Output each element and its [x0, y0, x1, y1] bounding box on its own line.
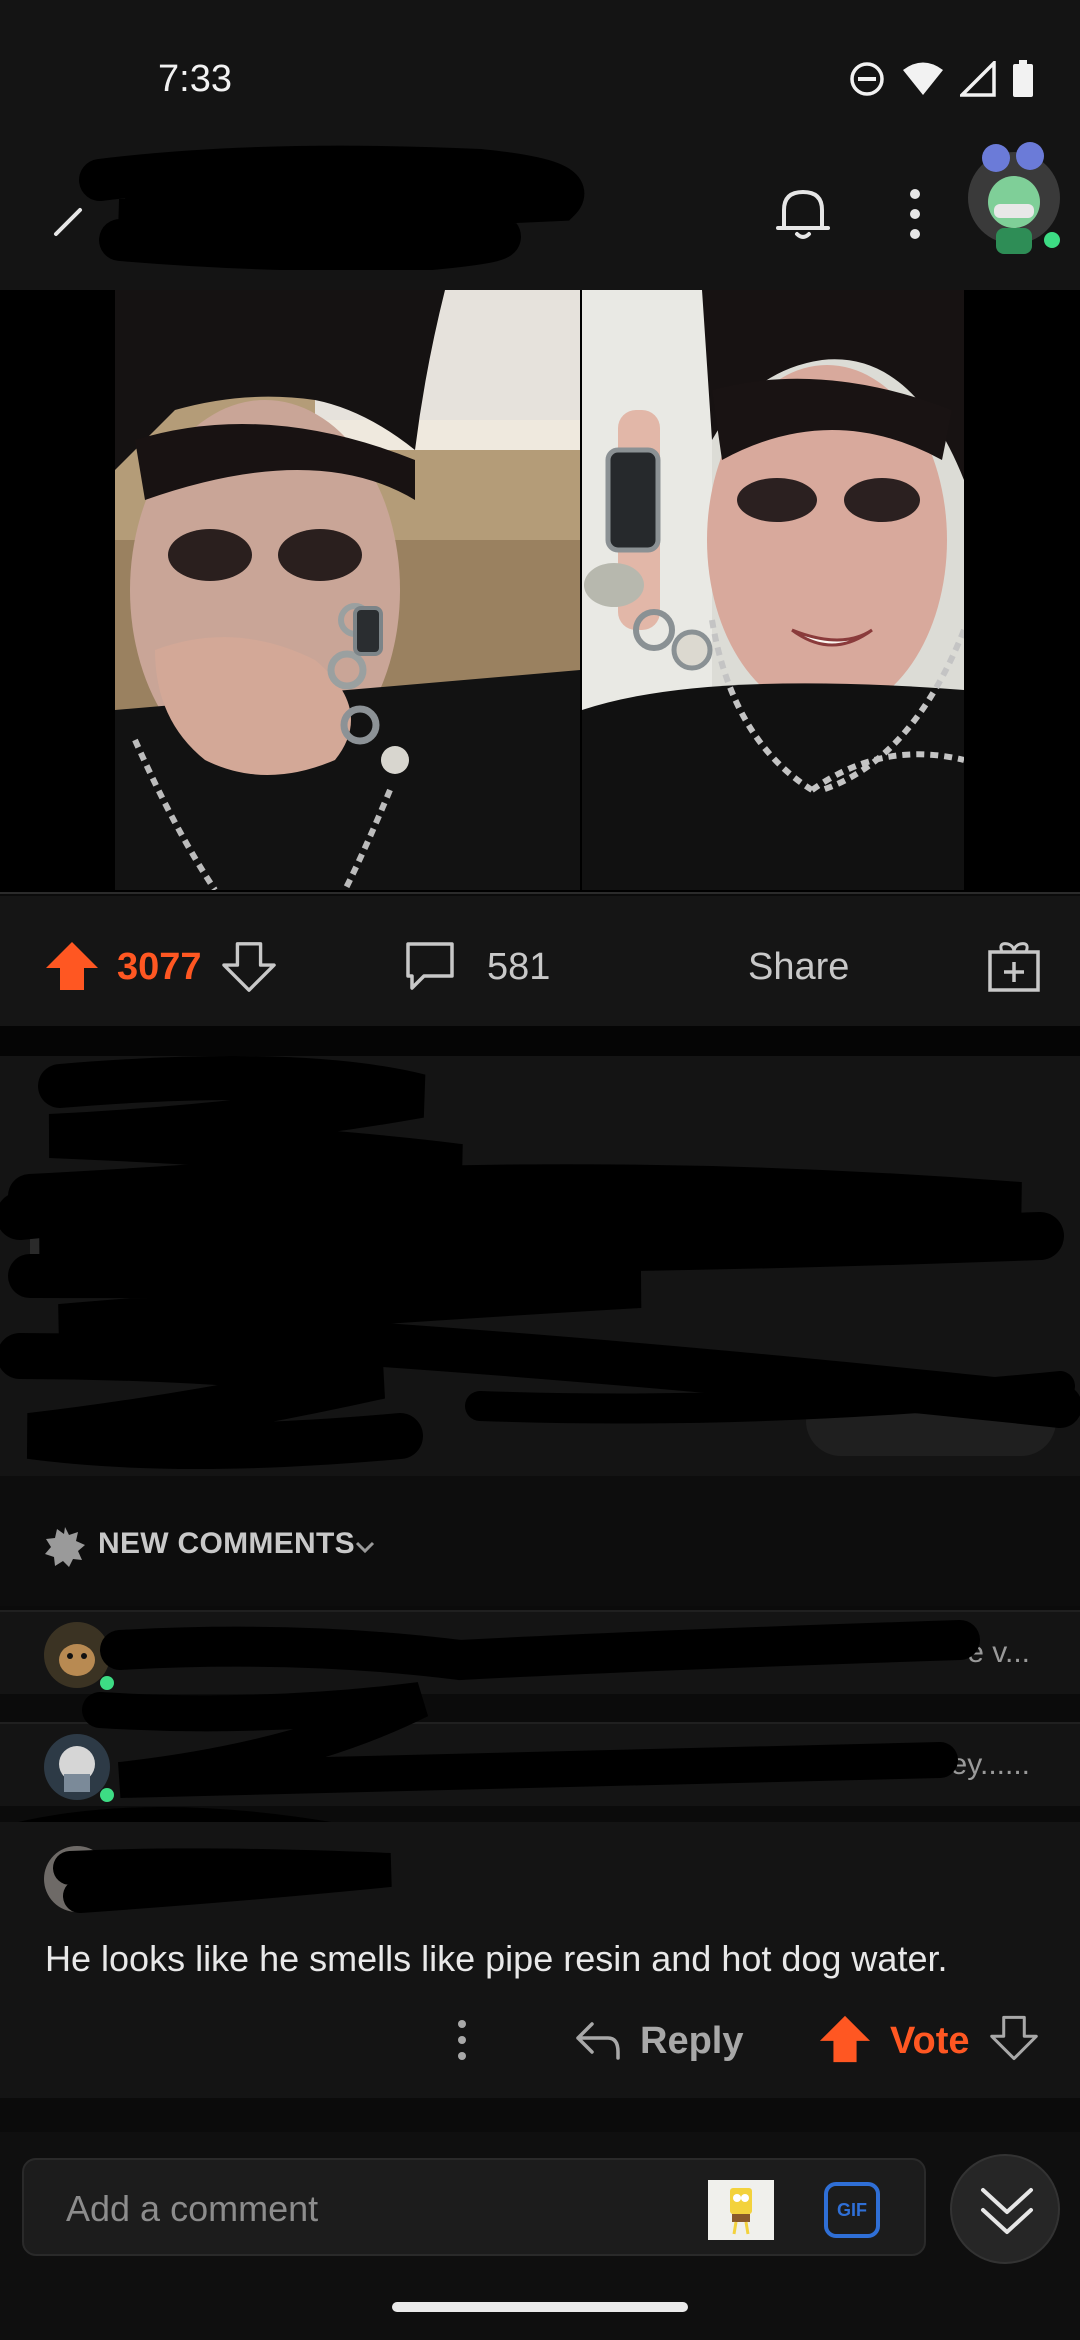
reply-arrow-icon[interactable]	[572, 2018, 622, 2062]
online-dot	[100, 1788, 114, 1802]
home-indicator[interactable]	[392, 2302, 688, 2312]
downvote-arrow-icon[interactable]	[222, 940, 276, 994]
reply-button[interactable]: Reply	[640, 2020, 743, 2063]
app-bar	[0, 140, 1080, 290]
more-options-icon[interactable]	[454, 2018, 470, 2062]
vote-count: 3077	[117, 946, 202, 988]
comment-bubble-icon[interactable]	[402, 938, 458, 994]
collapsed-comment[interactable]: e v...	[0, 1610, 1080, 1694]
photo-right	[582, 290, 964, 890]
more-options-icon[interactable]	[895, 184, 935, 244]
chevron-down-icon	[355, 1541, 375, 1554]
photo-left	[115, 290, 580, 890]
wifi-icon	[903, 62, 943, 95]
composer-placeholder: Add a comment	[66, 2188, 319, 2229]
online-dot	[100, 1676, 114, 1690]
add-comment-input[interactable]: Add a comment GIF	[22, 2158, 926, 2256]
gif-button[interactable]: GIF	[824, 2182, 880, 2238]
post-image[interactable]	[0, 290, 1080, 894]
comment-count: 581	[487, 946, 551, 988]
comment-text: He looks like he smells like pipe resin …	[45, 1938, 948, 1979]
status-time: 7:33	[158, 58, 232, 100]
battery-icon	[1013, 60, 1033, 97]
downvote-arrow-icon[interactable]	[990, 2014, 1038, 2062]
collapse-threads-button[interactable]	[950, 2154, 1060, 2264]
sparkle-badge-icon	[45, 1527, 85, 1567]
pill-button	[806, 1386, 1056, 1456]
sticker-button[interactable]	[708, 2180, 774, 2240]
cellular-signal-icon	[960, 61, 996, 97]
vote-button[interactable]: Vote	[890, 2020, 970, 2063]
comment-sort-selector[interactable]: NEW COMMENTS	[0, 1476, 1080, 1606]
share-button[interactable]: Share	[748, 946, 849, 989]
post-body-redacted	[0, 1056, 1080, 1476]
collapsed-preview: e v...	[967, 1636, 1030, 1669]
back-arrow-icon[interactable]	[48, 182, 108, 242]
redacted-title-scribble	[79, 145, 584, 270]
divider	[0, 1026, 1080, 1056]
commenter-avatar	[44, 1734, 110, 1800]
commenter-avatar	[44, 1622, 110, 1688]
collapsed-comment[interactable]: ey......	[0, 1722, 1080, 1806]
double-chevron-down-icon	[981, 2188, 1033, 2234]
status-icons	[848, 60, 1034, 98]
award-gift-icon[interactable]	[986, 938, 1042, 994]
commenter-avatar	[44, 1846, 110, 1912]
collapsed-preview: ey......	[950, 1748, 1030, 1781]
user-avatar[interactable]	[968, 140, 1064, 260]
notifications-bell-icon[interactable]	[770, 180, 836, 246]
comment: He looks like he smells like pipe resin …	[0, 1822, 1080, 2098]
content-card	[30, 1216, 730, 1266]
upvote-arrow-icon[interactable]	[818, 2012, 872, 2066]
do-not-disturb-icon	[850, 62, 884, 96]
upvote-arrow-icon[interactable]	[44, 938, 100, 994]
post-action-bar: 3077 581 Share	[0, 896, 1080, 1026]
sort-label: NEW COMMENTS	[98, 1527, 355, 1560]
status-bar: 7:33	[0, 0, 1080, 140]
